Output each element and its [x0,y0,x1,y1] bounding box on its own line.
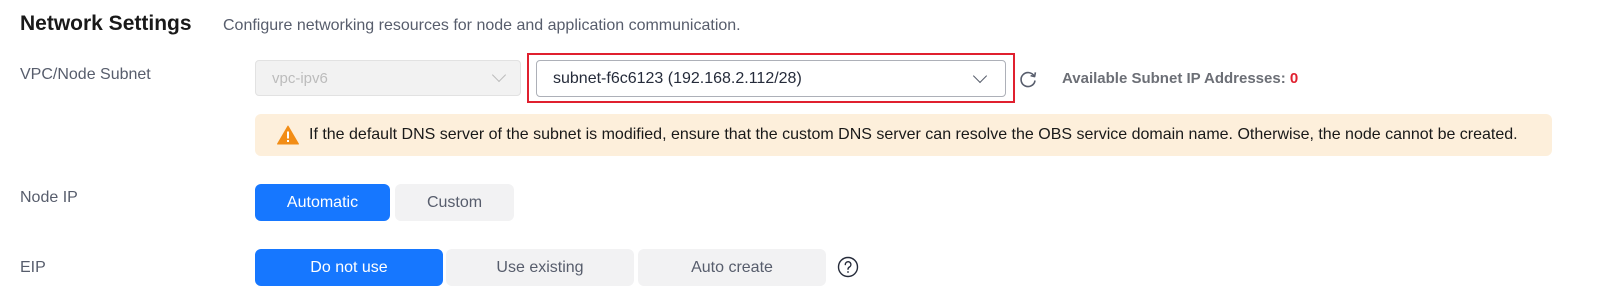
eip-label: EIP [20,259,46,276]
section-title: Network Settings [20,12,192,35]
alert-text: If the default DNS server of the subnet … [309,126,1518,143]
vpc-select-value: vpc-ipv6 [272,69,328,87]
subnet-select[interactable]: subnet-f6c6123 (192.168.2.112/28) [536,60,1006,97]
dns-warning-alert: If the default DNS server of the subnet … [255,114,1552,156]
warning-icon [277,125,299,145]
available-ip-count: 0 [1289,70,1299,87]
subnet-select-value: subnet-f6c6123 (192.168.2.112/28) [553,69,802,87]
section-description: Configure networking resources for node … [223,17,741,34]
node-ip-automatic-option[interactable]: Automatic [255,184,390,221]
node-ip-custom-option[interactable]: Custom [395,184,514,221]
vpc-subnet-label: VPC/Node Subnet [20,66,151,83]
eip-auto-create-option[interactable]: Auto create [638,249,826,286]
available-ip-label: Available Subnet IP Addresses: [1062,70,1286,87]
chevron-down-icon [972,68,988,83]
node-ip-label: Node IP [20,189,78,206]
eip-use-existing-option[interactable]: Use existing [446,249,634,286]
vpc-select: vpc-ipv6 [255,60,521,96]
chevron-down-icon [491,67,507,83]
eip-do-not-use-option[interactable]: Do not use [255,249,443,286]
help-icon[interactable] [837,256,859,278]
available-ip-info: Available Subnet IP Addresses: 0 [1062,70,1298,87]
refresh-icon[interactable] [1018,69,1038,89]
